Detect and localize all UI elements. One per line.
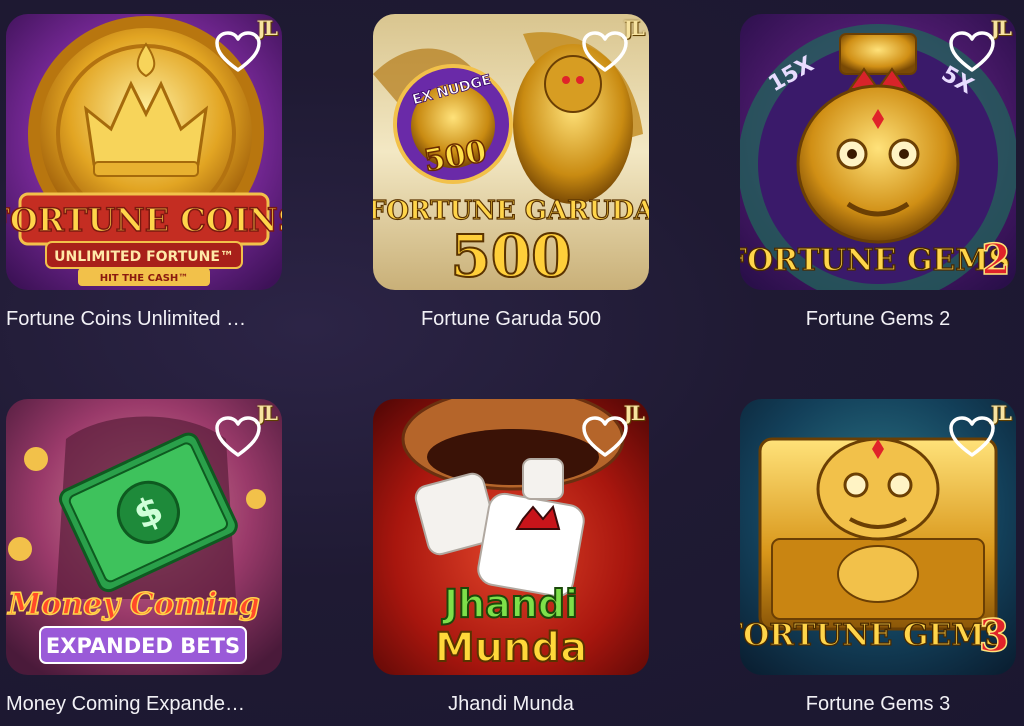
game-card-jhandi-munda[interactable]: Jhandi Munda JL Jhandi Munda <box>373 399 649 719</box>
logo-text: FORTUNE GEMS <box>740 618 1006 653</box>
favorite-heart-icon[interactable] <box>214 30 262 74</box>
game-title[interactable]: Money Coming Expande… <box>6 692 282 716</box>
logo-number: 3 <box>979 611 1010 662</box>
favorite-heart-icon[interactable] <box>948 415 996 459</box>
logo-number: 2 <box>981 235 1010 284</box>
favorite-heart-icon[interactable] <box>214 415 262 459</box>
game-card-fortune-coins[interactable]: FORTUNE COINS UNLIMITED FORTUNE™ HIT THE… <box>6 14 282 334</box>
game-title[interactable]: Fortune Gems 3 <box>740 692 1016 716</box>
game-title[interactable]: Fortune Coins Unlimited … <box>6 307 282 331</box>
logo-text: Money Coming <box>7 587 260 622</box>
logo-subtext: EXPANDED BETS <box>46 634 240 658</box>
logo-text: Jhandi <box>441 582 578 626</box>
favorite-heart-icon[interactable] <box>948 30 996 74</box>
logo-subtext: UNLIMITED FORTUNE™ <box>54 249 234 265</box>
game-title[interactable]: Fortune Garuda 500 <box>373 307 649 331</box>
game-thumbnail[interactable]: EX NUDGE 500 FORTUNE GARUDA 500 JL <box>373 14 649 290</box>
game-title[interactable]: Jhandi Munda <box>373 692 649 716</box>
game-card-money-coming[interactable]: $ Money Coming EXPANDED BETS JL Money Co… <box>6 399 282 719</box>
game-card-fortune-gems-2[interactable]: 15X 5X FORTUNE GEMS 2 JL Fortune Gems 2 <box>740 14 1016 334</box>
logo-text: FORTUNE GEMS <box>740 243 1010 278</box>
game-card-fortune-garuda-500[interactable]: EX NUDGE 500 FORTUNE GARUDA 500 JL Fortu… <box>373 14 649 334</box>
logo-tagline: HIT THE CASH™ <box>100 273 189 284</box>
game-thumbnail[interactable]: FORTUNE COINS UNLIMITED FORTUNE™ HIT THE… <box>6 14 282 290</box>
game-thumbnail[interactable]: 15X 5X FORTUNE GEMS 2 JL <box>740 14 1016 290</box>
game-card-fortune-gems-3[interactable]: FORTUNE GEMS 3 JL Fortune Gems 3 <box>740 399 1016 719</box>
logo-number: 500 <box>450 222 571 290</box>
logo-text: FORTUNE COINS <box>6 201 282 239</box>
favorite-heart-icon[interactable] <box>581 415 629 459</box>
favorite-heart-icon[interactable] <box>581 30 629 74</box>
game-thumbnail[interactable]: Jhandi Munda JL <box>373 399 649 675</box>
logo-subtext: Munda <box>435 625 587 671</box>
game-thumbnail[interactable]: $ Money Coming EXPANDED BETS JL <box>6 399 282 675</box>
game-grid: FORTUNE COINS UNLIMITED FORTUNE™ HIT THE… <box>0 0 1024 726</box>
game-thumbnail[interactable]: FORTUNE GEMS 3 JL <box>740 399 1016 675</box>
game-title[interactable]: Fortune Gems 2 <box>740 307 1016 331</box>
